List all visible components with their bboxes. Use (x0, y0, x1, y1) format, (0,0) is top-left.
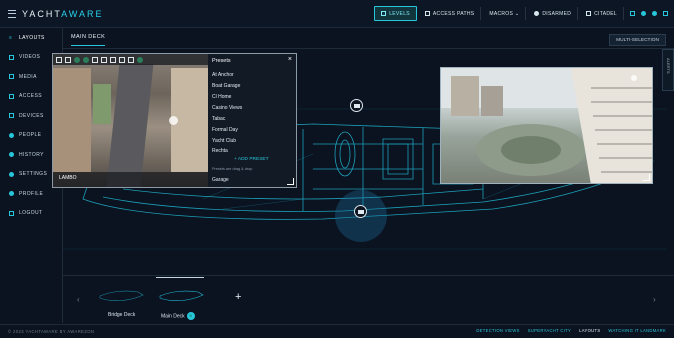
camera-marker-icon[interactable] (350, 99, 363, 112)
snapshot-icon[interactable] (65, 56, 71, 63)
tab-main-deck[interactable]: MAIN DECK (71, 34, 105, 40)
settings-icon (9, 171, 14, 177)
bell-icon[interactable] (128, 56, 134, 63)
more-icon[interactable] (663, 11, 668, 16)
resize-handle-icon[interactable] (643, 174, 650, 181)
access-paths-button[interactable]: ACCESS PATHS (419, 7, 482, 20)
footer-links: DETECTION VIEWS SUPERYACHT CITY LAYOUTS … (476, 328, 666, 333)
add-preset-button[interactable]: + ADD PRESET (234, 157, 269, 162)
playback-icon[interactable] (101, 56, 107, 63)
chevron-right-icon[interactable]: › (653, 295, 656, 304)
logout-icon (9, 210, 14, 216)
video-icon (9, 54, 14, 60)
access-icon (9, 93, 14, 99)
preset-item[interactable]: Casino Views (212, 105, 242, 111)
close-icon[interactable]: × (288, 56, 292, 63)
presets-title: Presets (212, 58, 231, 64)
footer-link[interactable]: SUPERYACHT CITY (528, 328, 571, 333)
presets-panel: Presets × At Anchor Boat Garage Cl Home … (208, 54, 296, 187)
levels-button[interactable]: LEVELS (374, 6, 417, 21)
camera-feed (441, 68, 652, 183)
resize-handle-icon[interactable] (287, 178, 294, 185)
deck-thumbnail-bridge[interactable] (98, 284, 145, 306)
shield-icon (534, 11, 540, 16)
record-icon[interactable] (92, 56, 98, 63)
deck-label-bridge[interactable]: Bridge Deck (108, 312, 135, 318)
presets-hint: Presets are drag & drop (212, 167, 253, 171)
preset-item[interactable]: Cl Home (212, 94, 231, 100)
media-icon (9, 74, 14, 80)
app-logo: YACHTAWARE (22, 8, 104, 19)
camera-panel-2[interactable] (440, 67, 653, 184)
expand-icon[interactable] (56, 56, 62, 63)
preset-item[interactable]: At Anchor (212, 72, 234, 78)
disarmed-button[interactable]: DISARMED (528, 7, 579, 20)
menu-icon[interactable] (8, 9, 16, 18)
profile-icon (9, 191, 14, 197)
deck-label-main[interactable]: Main Deck 5 (161, 312, 195, 320)
camera-feed[interactable]: LAMBO (53, 54, 208, 187)
preset-item[interactable]: Tabac (212, 116, 225, 122)
top-actions: LEVELS ACCESS PATHS MACROS ⌄ DISARMED CI… (374, 0, 668, 27)
macros-dropdown[interactable]: MACROS ⌄ (483, 7, 527, 20)
ptz-target-icon[interactable] (169, 116, 178, 125)
copyright-text: © 2023 YACHTAWARE BY AWAREZON (8, 329, 95, 334)
street-image (106, 64, 154, 187)
tab-underline (71, 45, 105, 46)
building-image (53, 68, 91, 172)
chevron-down-icon: ⌄ (514, 10, 520, 17)
history-icon (9, 152, 14, 158)
alerts-drawer-handle[interactable]: ALERTS (662, 49, 674, 91)
shield-icon[interactable] (119, 56, 125, 63)
camera-name: LAMBO (59, 175, 77, 181)
preset-item[interactable]: Boat Garage (212, 83, 240, 89)
citadel-icon (586, 11, 592, 16)
preset-item[interactable]: Yacht Club (212, 138, 236, 144)
camera-count-badge: 5 (186, 312, 195, 320)
settings-icon[interactable] (110, 56, 116, 63)
citadel-button[interactable]: CITADEL (580, 7, 624, 20)
preset-item[interactable]: Rechta (212, 148, 228, 154)
trees-image (93, 84, 111, 124)
preset-item[interactable]: Garage (212, 177, 229, 183)
people-icon (9, 132, 14, 138)
access-paths-icon (424, 11, 430, 16)
preset-item[interactable]: Formal Day (212, 127, 238, 133)
devices-icon (9, 113, 14, 119)
levels-icon (381, 11, 387, 16)
camera-toolbar (53, 54, 208, 65)
audio-icon[interactable] (137, 56, 143, 63)
footer-link[interactable]: LAYOUTS (579, 328, 600, 333)
footer: © 2023 YACHTAWARE BY AWAREZON DETECTION … (0, 324, 674, 338)
home-icon[interactable] (630, 11, 635, 16)
sidebar-item-logout[interactable]: LOGOUT (0, 204, 62, 224)
user-icon[interactable] (652, 11, 657, 16)
layouts-icon: ≡ (9, 35, 13, 42)
active-deck-indicator (156, 277, 204, 278)
ptz-icon[interactable] (74, 56, 80, 63)
deck-thumbnail-main[interactable] (158, 284, 205, 306)
sidebar-item-layouts[interactable]: ≡ LAYOUTS (0, 28, 62, 48)
camera-panel-lambo[interactable]: LAMBO Presets × At Anchor Boat Garage Cl… (52, 53, 297, 188)
main-header: MAIN DECK MULTI-SELECTION (63, 28, 674, 49)
chevron-left-icon[interactable]: ‹ (77, 295, 80, 304)
camera-marker-icon[interactable] (354, 205, 367, 218)
bell-icon[interactable] (641, 11, 646, 16)
footer-link[interactable]: WATCHING IT LANDMARK (608, 328, 666, 333)
deck-selector: ‹ Bridge Deck Main Deck 5 + › (63, 275, 674, 325)
top-bar: YACHTAWARE LEVELS ACCESS PATHS MACROS ⌄ … (0, 0, 674, 28)
multi-selection-button[interactable]: MULTI-SELECTION (609, 34, 666, 46)
zoom-icon[interactable] (83, 56, 89, 63)
add-deck-button[interactable]: + (235, 291, 241, 303)
footer-link[interactable]: DETECTION VIEWS (476, 328, 519, 333)
